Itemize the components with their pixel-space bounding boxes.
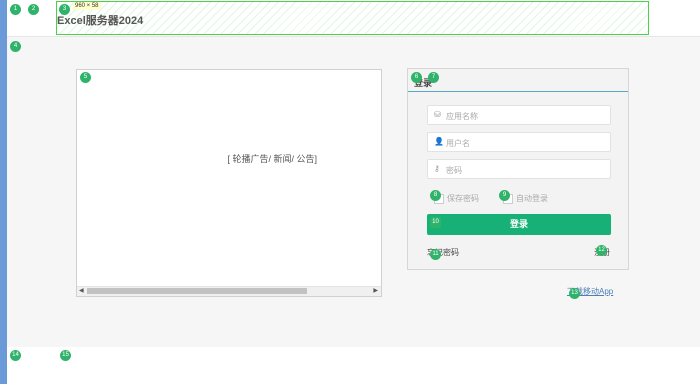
annotation-badge: 9 [499, 190, 510, 201]
scroll-left-icon[interactable]: ◀ [79, 288, 84, 295]
user-icon: 👤 [434, 137, 444, 146]
annotation-badge: 15 [60, 350, 71, 361]
scroll-right-icon[interactable]: ▶ [373, 288, 378, 295]
annotation-badge: 12 [596, 245, 607, 256]
password-field[interactable]: ⚷ 密码 [427, 159, 611, 179]
annotation-badge: 4 [10, 41, 21, 52]
auto-login-label: 自动登录 [516, 194, 548, 203]
key-icon: ⚷ [434, 164, 440, 173]
annotation-badge: 7 [428, 72, 439, 83]
username-field[interactable]: 👤 用户名 [427, 132, 611, 152]
carousel-panel: [ 轮播广告/ 新闻/ 公告] ◀ ▶ [76, 69, 382, 297]
database-icon: ⛁ [434, 110, 441, 119]
login-panel: 登录 ⛁ 应用名称 👤 用户名 ⚷ 密码 保存密码 自动登录 登录 忘记密码 注… [407, 68, 629, 270]
scrollbar-thumb[interactable] [87, 288, 307, 294]
annotation-badge: 11 [430, 249, 441, 260]
dev-size-label: 960 × 58 [73, 2, 101, 10]
save-password-label: 保存密码 [447, 194, 479, 203]
annotation-badge: 5 [80, 72, 91, 83]
annotation-badge: 10 [430, 217, 441, 228]
login-button[interactable]: 登录 [427, 214, 611, 235]
left-edge-bar [0, 0, 7, 384]
login-heading: 登录 [408, 69, 628, 92]
annotation-badge: 13 [569, 288, 580, 299]
horizontal-scrollbar[interactable]: ◀ ▶ [77, 286, 381, 296]
annotation-badge: 3 [59, 4, 70, 15]
carousel-placeholder: [ 轮播广告/ 新闻/ 公告] [227, 154, 317, 164]
username-placeholder: 用户名 [446, 139, 470, 148]
dev-highlight-overlay [56, 1, 649, 35]
annotation-badge: 14 [10, 350, 21, 361]
app-name-placeholder: 应用名称 [446, 112, 478, 121]
app-title: Excel服务器2024 [57, 15, 144, 27]
annotation-badge: 2 [28, 4, 39, 15]
app-name-field[interactable]: ⛁ 应用名称 [427, 105, 611, 125]
password-placeholder: 密码 [446, 166, 462, 175]
annotation-badge: 6 [411, 72, 422, 83]
annotation-badge: 8 [430, 190, 441, 201]
annotation-badge: 1 [10, 4, 21, 15]
